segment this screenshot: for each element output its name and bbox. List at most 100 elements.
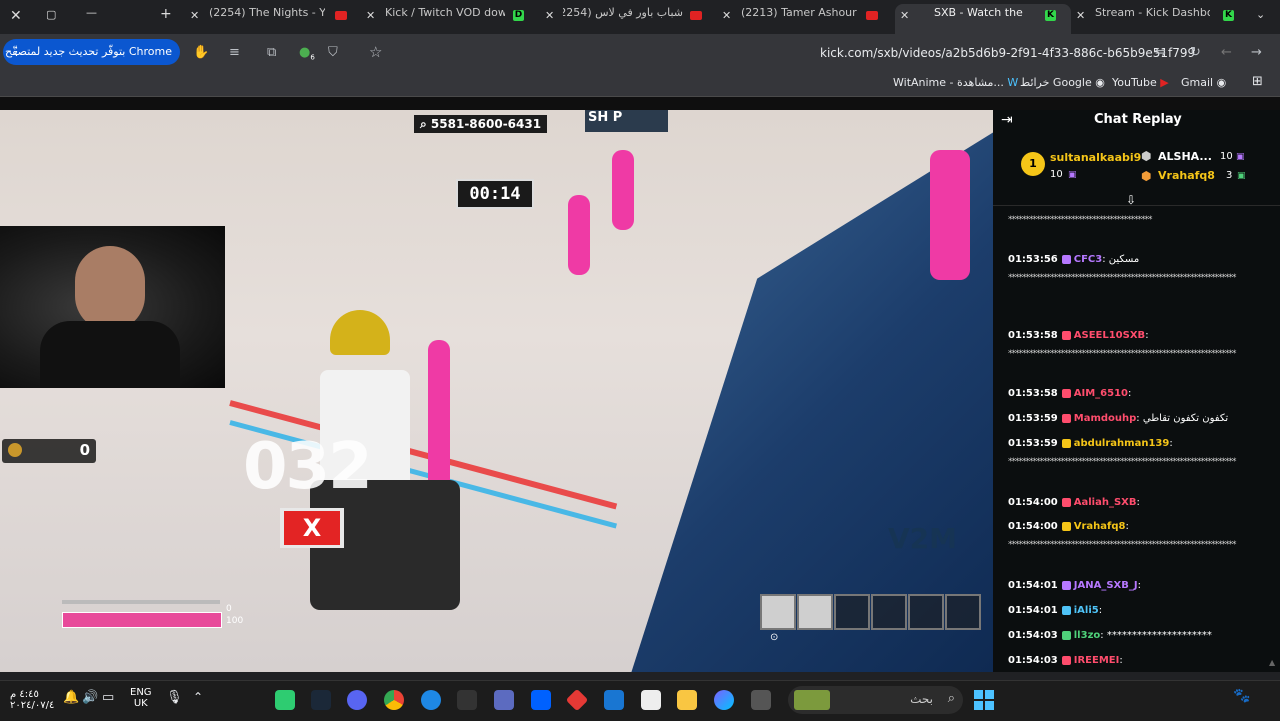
tab-close-icon[interactable]: ✕ xyxy=(900,9,909,22)
user-badge-icon xyxy=(1061,605,1071,615)
chat-username[interactable]: Vrahafq8 xyxy=(1074,521,1126,532)
tab-close-icon[interactable]: ✕ xyxy=(190,9,199,22)
chat-username[interactable]: ll3zo xyxy=(1074,630,1101,641)
chat-username[interactable]: JANA_SXB_J xyxy=(1074,580,1138,591)
reload-icon[interactable]: ↻ xyxy=(1190,45,1201,60)
address-bar[interactable]: kick.com/sxb/videos/a2b5d6b9-2f91-4f33-8… xyxy=(820,46,1195,60)
extensions-icon[interactable]: ⧉ xyxy=(267,45,276,60)
bookmark-maps[interactable]: خرائط Google ◉ xyxy=(1020,76,1105,89)
video-player[interactable]: ⌕ 5581-8600-6431 SH P 00:14 0 032 X 0 10… xyxy=(0,110,993,672)
leaderboard-count: 10 xyxy=(1050,169,1063,180)
start-button[interactable] xyxy=(974,690,994,710)
dropbox-icon[interactable] xyxy=(531,690,551,710)
chat-username[interactable]: IREEMEI xyxy=(1074,655,1120,666)
forward-icon[interactable]: ← xyxy=(1221,45,1232,60)
epic-games-icon[interactable] xyxy=(457,690,477,710)
widgets-icon[interactable]: 🐾 xyxy=(1233,688,1250,704)
lang-region: UK xyxy=(133,698,148,709)
app-icon-purple[interactable] xyxy=(494,690,514,710)
google-icon: ◉ xyxy=(1216,76,1227,89)
bookmark-star-icon[interactable]: ☆ xyxy=(369,43,382,61)
chat-username[interactable]: Mamdouhp xyxy=(1074,413,1137,424)
chat-message: 01:54:00 Vrahafq8: xyxy=(1008,521,1129,532)
tab-close-icon[interactable]: ✕ xyxy=(1076,9,1085,22)
shield-value: 0 xyxy=(226,604,232,614)
chat-username[interactable]: Aaliah_SXB xyxy=(1074,497,1137,508)
taskbar-search[interactable]: بحث ⌕ xyxy=(788,686,963,714)
chat-username[interactable]: abdulrahman139 xyxy=(1074,438,1170,449)
tab-list-icon[interactable]: ⌄ xyxy=(1256,8,1265,21)
streamer-webcam xyxy=(0,226,225,388)
chat-message: 01:53:59 Mamdouhp: تكفون تكفون تقاطي xyxy=(1008,413,1228,424)
arena-sign: SH P xyxy=(585,110,668,132)
tab-close-icon[interactable]: ✕ xyxy=(722,9,731,22)
discord-icon[interactable] xyxy=(347,690,367,710)
app-icon-green[interactable] xyxy=(275,690,295,710)
leaderboard-name[interactable]: sultanalkaabi9 xyxy=(1050,151,1141,164)
tab-close-icon[interactable]: ✕ xyxy=(366,9,375,22)
chat-username[interactable]: AIM_6510 xyxy=(1074,388,1128,399)
taskbar-clock[interactable]: ٤:٤٥ م ٢٠٢٤/٠٧/٤ xyxy=(10,689,54,711)
network-icon[interactable]: ▭ xyxy=(102,690,114,705)
chat-message: 01:53:58 ASEEL10SXB: xyxy=(1008,330,1149,341)
downloader-icon: D xyxy=(513,10,524,21)
apps-grid-icon[interactable]: ⊞ xyxy=(1252,74,1263,89)
new-tab-icon[interactable]: + xyxy=(160,6,172,22)
volume-icon[interactable]: 🔊 xyxy=(82,690,98,705)
minimize-icon[interactable]: — xyxy=(86,6,97,19)
chat-separator: : xyxy=(1136,497,1140,508)
chrome-icon[interactable] xyxy=(384,690,404,710)
user-badge-icon xyxy=(1061,388,1071,398)
site-settings-icon[interactable]: ⇋ xyxy=(1155,45,1166,60)
extension-hand-icon[interactable]: ✋ xyxy=(193,45,209,60)
store-icon[interactable] xyxy=(641,690,661,710)
leaderboard-name[interactable]: Vrahafq8 xyxy=(1158,169,1215,182)
update-chrome-button[interactable]: بتوفّر تحديث جديد لمتصفّح Chrome ⋮ xyxy=(3,39,180,65)
chat-message-overflow: ****************************************… xyxy=(1008,349,1237,359)
outlook-icon[interactable] xyxy=(604,690,624,710)
tab-close-icon[interactable]: ✕ xyxy=(545,9,554,22)
bookmark-gmail[interactable]: Gmail ◉ xyxy=(1181,76,1226,89)
collapse-chat-icon[interactable]: ⇥ xyxy=(1001,112,1013,128)
extension-count: 6 xyxy=(310,53,315,62)
tab-title: (2254) The Nights - YouTu xyxy=(209,6,325,19)
steam-icon[interactable] xyxy=(311,690,331,710)
shield-icon[interactable]: ⛉ xyxy=(328,45,338,60)
chat-message-overflow: ****************************************… xyxy=(1008,457,1237,467)
tab-strip: ✕ ▢ — + ✕ (2254) The Nights - YouTu ✕ Ki… xyxy=(0,0,1280,34)
back-icon[interactable]: → xyxy=(1251,45,1262,60)
player-number: 032 xyxy=(243,430,373,504)
chat-text: مسكين xyxy=(1108,254,1140,265)
bookmark-witanime[interactable]: WitAnime - مشاهدة... W xyxy=(893,76,1018,89)
close-window-icon[interactable]: ✕ xyxy=(10,8,22,24)
language-switcher[interactable]: ENG UK xyxy=(130,687,152,709)
health-value: 100 xyxy=(226,616,244,626)
gift-icon: ▣ xyxy=(1068,170,1077,180)
notifications-icon[interactable]: 🔔 xyxy=(63,690,79,705)
user-badge-icon xyxy=(1061,330,1071,340)
bookmark-youtube[interactable]: YouTube ▶ xyxy=(1112,76,1169,89)
medal-icon: ⬢ xyxy=(1141,169,1152,183)
extension-badge-icon[interactable]: ●6 xyxy=(299,45,315,62)
copilot-icon[interactable] xyxy=(714,690,734,710)
chat-username[interactable]: CFC3 xyxy=(1074,254,1102,265)
media-queue-icon[interactable]: ≡ xyxy=(229,45,240,60)
mic-icon[interactable]: 🎙 xyxy=(166,690,183,705)
user-badge-icon xyxy=(1061,580,1071,590)
tab-search-icon[interactable]: ▢ xyxy=(46,8,56,21)
chat-message: 01:54:03 IREEMEI: xyxy=(1008,655,1123,666)
leaderboard-name[interactable]: ALSHA... xyxy=(1158,150,1212,163)
x-marker: X xyxy=(280,508,344,548)
chat-username[interactable]: iAli5 xyxy=(1074,605,1099,616)
scrollbar-thumb[interactable]: ▲ xyxy=(1269,658,1275,667)
rank-badge: 1 xyxy=(1021,152,1045,176)
tray-overflow-icon[interactable]: ⌃ xyxy=(193,690,203,704)
health-bar xyxy=(62,612,222,628)
task-view-icon[interactable] xyxy=(751,690,771,710)
bookmark-label: WitAnime - مشاهدة... xyxy=(893,76,1004,89)
chat-username[interactable]: ASEEL10SXB xyxy=(1074,330,1145,341)
search-icon: ⌕ xyxy=(947,691,955,706)
edge-icon[interactable] xyxy=(421,690,441,710)
chat-timestamp: 01:54:00 xyxy=(1008,521,1058,532)
file-explorer-icon[interactable] xyxy=(677,690,697,710)
